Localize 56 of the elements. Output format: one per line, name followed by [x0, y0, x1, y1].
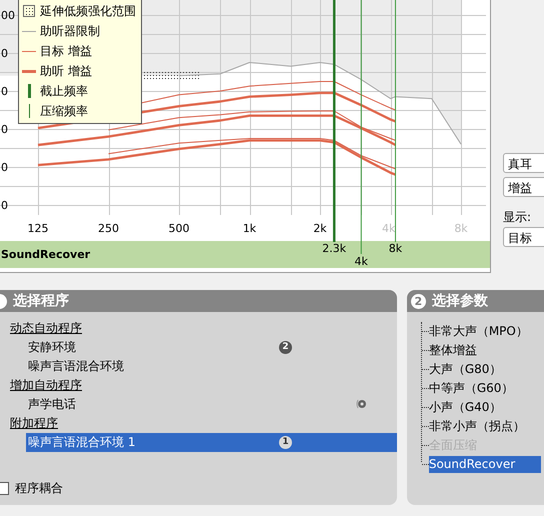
x-tick-label: 2k — [313, 222, 327, 235]
legend-label: 延伸低频强化范围 — [40, 2, 136, 20]
parameter-item[interactable]: 非常大声（MPO） — [428, 323, 530, 340]
line-swatch-icon — [22, 30, 36, 32]
dropdown[interactable]: 增益 — [503, 177, 544, 197]
program-item[interactable]: 噪声言语混合环境 — [26, 357, 397, 376]
x-tick-label: 4k — [382, 222, 396, 235]
program-group[interactable]: 动态自动程序 — [10, 319, 82, 338]
y-tick-label: 0 — [1, 85, 8, 98]
parameter-item[interactable]: 非常小声（拐点） — [428, 418, 527, 435]
parameter-item[interactable]: 大声（G80） — [428, 361, 504, 378]
x-tick-label: 500 — [168, 222, 190, 235]
program-label: 噪声言语混合环境 — [28, 359, 124, 373]
display-label: 显示: — [503, 209, 532, 226]
frequency-label: 4k — [354, 255, 368, 268]
legend-label: 截止频率 — [40, 82, 88, 100]
legend-label: 目标 增益 — [40, 42, 92, 60]
y-tick-label: 0 — [1, 47, 8, 60]
program-item[interactable]: 声学电话 — [26, 395, 397, 414]
program-label: 声学电话 — [28, 397, 76, 411]
hatch-swatch-icon — [23, 5, 35, 17]
program-group[interactable]: 附加程序 — [10, 414, 58, 433]
y-tick-label: 0 — [1, 161, 8, 174]
y-tick-label: 00 — [1, 9, 15, 22]
program-label: 噪声言语混合环境 1 — [28, 435, 136, 449]
frequency-label: 8k — [388, 242, 402, 255]
program-badge: 2 — [279, 341, 292, 354]
x-tick-label: 8k — [454, 222, 468, 235]
program-badge: 1 — [279, 436, 292, 449]
checkbox-label: 程序耦合 — [15, 480, 63, 497]
line-swatch-icon — [22, 70, 36, 72]
band-label: SoundRecover — [1, 248, 90, 261]
dropdown[interactable]: 真耳 — [503, 153, 544, 173]
program-label: 安静环境 — [28, 340, 76, 354]
x-tick-label: 250 — [98, 222, 119, 235]
program-group[interactable]: 增加自动程序 — [10, 376, 82, 395]
panel-title: 选择程序 — [13, 292, 69, 310]
legend-label: 助听 增益 — [40, 62, 92, 80]
y-tick-label: 0 — [1, 199, 8, 212]
legend-label: 助听器限制 — [40, 22, 100, 40]
program-item[interactable]: 安静环境 2 — [26, 338, 397, 357]
frequency-label: 2.3k — [322, 242, 346, 255]
step-number: 2 — [410, 294, 426, 308]
dropdown[interactable]: 目标 — [503, 227, 544, 247]
y-tick-label: 0 — [1, 123, 8, 136]
line-swatch-icon — [22, 50, 36, 52]
x-tick-label: 125 — [28, 222, 48, 235]
parameter-item[interactable]: 小声（G40） — [428, 399, 504, 416]
parameter-item[interactable]: 中等声（G60） — [428, 380, 516, 397]
vertical-line-icon — [28, 104, 30, 118]
parameter-item[interactable]: SoundRecover — [428, 456, 541, 473]
panel-title: 选择参数 — [432, 292, 488, 310]
legend-label: 压缩频率 — [40, 102, 88, 120]
program-item[interactable]: 噪声言语混合环境 1 1 — [26, 433, 397, 452]
parameter-item[interactable]: 整体增益 — [428, 342, 479, 359]
x-tick-label: 1k — [242, 222, 256, 235]
